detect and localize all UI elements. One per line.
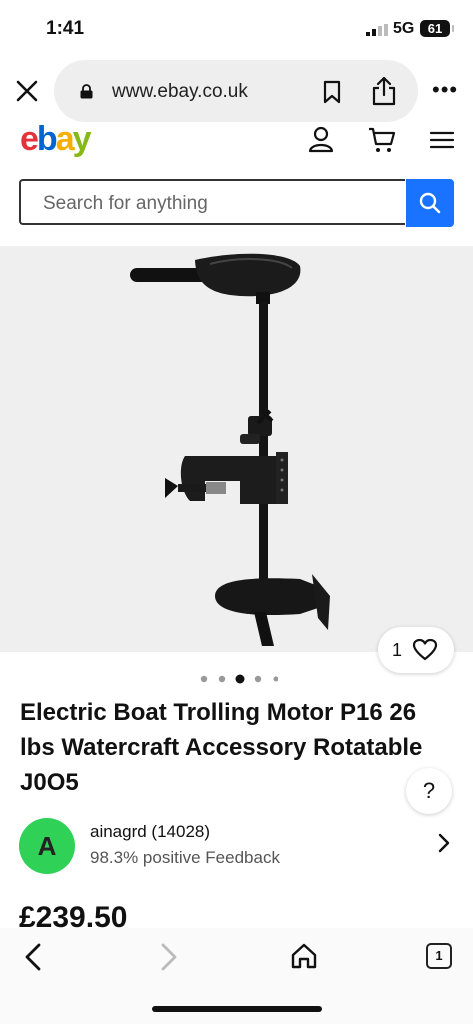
logo-letter: e — [20, 120, 39, 158]
pagination-dot[interactable] — [218, 675, 226, 683]
logo-letter: b — [36, 120, 58, 158]
search-input[interactable]: Search for anything — [19, 179, 405, 225]
tabs-button[interactable]: 1 — [426, 943, 452, 969]
user-icon[interactable] — [308, 125, 334, 153]
chevron-right-icon[interactable] — [437, 832, 451, 854]
home-indicator — [152, 1006, 322, 1012]
network-label: 5G — [393, 20, 415, 37]
listing-title: Electric Boat Trolling Motor P16 26 lbs … — [20, 699, 423, 796]
pagination-dot[interactable] — [235, 674, 245, 684]
close-icon[interactable] — [14, 78, 40, 104]
more-icon[interactable]: ••• — [432, 79, 460, 104]
home-icon[interactable] — [290, 942, 318, 970]
seller-avatar[interactable]: A — [19, 818, 75, 874]
trolling-motor-image — [130, 253, 330, 646]
seller-name[interactable]: ainagrd (14028) — [90, 822, 210, 842]
seller-feedback: 98.3% positive Feedback — [90, 848, 280, 867]
forward-icon[interactable] — [158, 942, 180, 972]
back-icon[interactable] — [22, 942, 44, 972]
logo-letter: y — [72, 120, 92, 158]
search-placeholder: Search for anything — [43, 193, 208, 214]
bookmark-icon[interactable] — [322, 80, 342, 104]
watch-count: 1 — [392, 640, 403, 660]
lock-icon — [80, 84, 93, 99]
search-button[interactable] — [406, 179, 454, 227]
url-text[interactable]: www.ebay.co.uk — [112, 81, 248, 103]
help-button[interactable]: ? — [406, 768, 452, 814]
image-pagination-dots[interactable] — [198, 674, 278, 684]
share-icon[interactable] — [371, 76, 397, 106]
ebay-logo[interactable]: ebay — [20, 120, 92, 159]
pagination-dot[interactable] — [254, 675, 262, 683]
pagination-dot[interactable] — [200, 675, 208, 683]
cart-icon[interactable] — [368, 126, 396, 154]
watch-button[interactable]: 1 — [378, 627, 454, 673]
product-image-gallery[interactable] — [0, 246, 473, 652]
logo-letter: a — [55, 120, 75, 158]
menu-icon[interactable] — [430, 130, 454, 150]
status-time: 1:41 — [46, 18, 85, 39]
heart-icon — [412, 638, 438, 661]
pagination-dot[interactable] — [273, 676, 279, 682]
battery-icon: 61 — [420, 20, 454, 37]
signal-icon — [366, 24, 388, 36]
